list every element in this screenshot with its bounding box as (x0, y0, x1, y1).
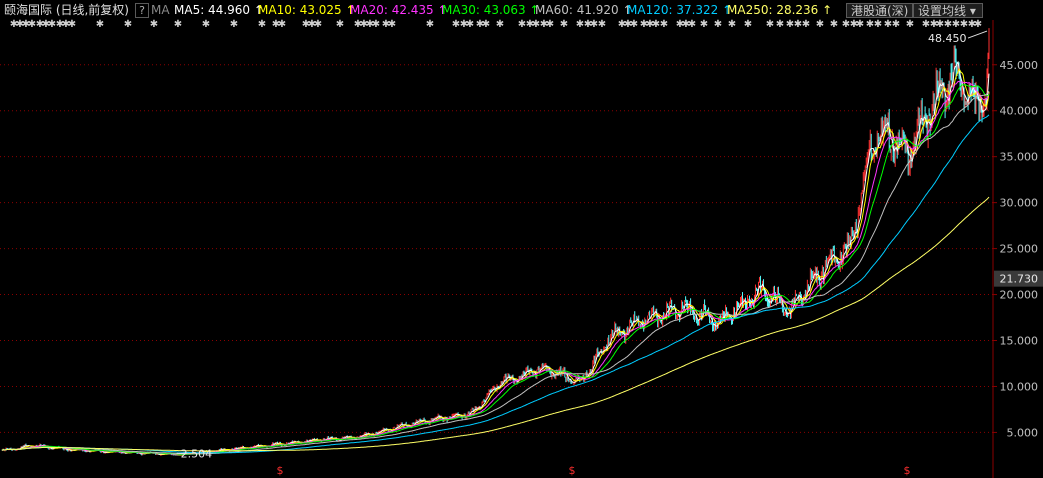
signal-star-icon: ✱ (802, 19, 810, 28)
ma120-value: MA120: 37.322 ↑ (627, 3, 733, 17)
event-marker-icon: $ (904, 464, 911, 477)
signal-star-icon: ✱ (426, 19, 434, 28)
signal-star-icon: ✱ (546, 19, 554, 28)
event-marker-icon: $ (277, 464, 284, 477)
signal-star-icon: ✱ (714, 19, 722, 28)
signal-star-icon: ✱ (314, 19, 322, 28)
signal-star-icon: ✱ (700, 19, 708, 28)
low-price-label: 2.504 (181, 447, 213, 460)
signal-star-icon: ✱ (830, 19, 838, 28)
signal-star-icon: ✱ (174, 19, 182, 28)
ma250-value: MA250: 28.236 ↑ (727, 3, 833, 17)
y-tick-label: 35.000 (1000, 151, 1039, 164)
signal-star-icon: ✱ (372, 19, 380, 28)
ma60-line (1, 90, 990, 455)
annotations: 48.450 2.504 $ $ $ (176, 30, 988, 477)
y-tick-label: 20.000 (1000, 289, 1039, 302)
chart-header: 颐海国际 (日线,前复权) ? MA MA5: 44.960 ↑ MA10: 4… (0, 0, 1043, 20)
high-pointer (967, 30, 988, 39)
connect-button[interactable]: 港股通(深) (846, 3, 914, 18)
ma10-value: MA10: 43.025 ↑ (258, 3, 356, 17)
y-tick-label: 30.000 (1000, 197, 1039, 210)
y-tick-label: 5.000 (1007, 426, 1039, 439)
signal-star-icon: ✱ (388, 19, 396, 28)
signal-star-icon: ✱ (278, 19, 286, 28)
y-tick-label: 25.000 (1000, 243, 1039, 256)
event-marker-icon: $ (569, 464, 576, 477)
signal-star-icon: ✱ (688, 19, 696, 28)
y-tick-label: 45.000 (1000, 59, 1039, 72)
signal-star-icon: ✱ (816, 19, 824, 28)
signal-star-icon: ✱ (230, 19, 238, 28)
signal-star-icon: ✱ (776, 19, 784, 28)
ma20-line (1, 80, 990, 455)
signal-star-icon: ✱ (68, 19, 76, 28)
signal-star-icon: ✱ (124, 19, 132, 28)
current-price-label: 21.730 (1000, 273, 1039, 286)
ma5-value: MA5: 44.960 ↑ (174, 3, 264, 17)
signal-star-icon: ✱ (336, 19, 344, 28)
stock-title[interactable]: 颐海国际 (日线,前复权) (4, 3, 129, 17)
y-tick-label: 15.000 (1000, 335, 1039, 348)
price-chart[interactable]: 5.000 10.000 15.000 20.000 25.000 30.000 35.00… (0, 0, 1043, 478)
signal-star-icon: ✱ (856, 19, 864, 28)
signal-star-icon: ✱ (482, 19, 490, 28)
high-price-label: 48.450 (928, 32, 967, 45)
signal-star-icon: ✱ (150, 19, 158, 28)
signal-star-icon: ✱ (766, 19, 774, 28)
ma250-line (1, 196, 990, 452)
candlesticks (1, 28, 990, 456)
signal-star-icon: ✱ (660, 19, 668, 28)
y-axis: 5.000 10.000 15.000 20.000 25.000 30.000 35.00… (993, 59, 1043, 439)
signal-star-icon: ✱ (728, 19, 736, 28)
signal-markers: ✱✱✱✱ ✱✱✱ ✱✱✱ ✱ ✱ ✱ ✱ ✱ ✱ ✱ ✱✱ ✱✱✱ ✱ ✱✱✱✱ ✱✱ ✱ ✱ ✱✱ ✱✱ ✱ ✱ ✱✱ ✱… (10, 19, 982, 28)
y-tick-label: 40.000 (1000, 105, 1039, 118)
ma30-line (1, 83, 990, 455)
signal-star-icon: ✱ (744, 19, 752, 28)
signal-star-icon: ✱ (496, 19, 504, 28)
signal-star-icon: ✱ (874, 19, 882, 28)
signal-star-icon: ✱ (892, 19, 900, 28)
ma20-value: MA20: 42.435 ↑ (350, 3, 448, 17)
signal-star-icon: ✱ (974, 19, 982, 28)
indicator-name[interactable]: MA (151, 3, 170, 17)
settings-button[interactable]: 设置均线 ▾ (913, 3, 983, 18)
signal-star-icon: ✱ (598, 19, 606, 28)
signal-star-icon: ✱ (906, 19, 914, 28)
grid-lines (0, 0, 1043, 478)
ma60-value: MA60: 41.920 ↑ (535, 3, 633, 17)
signal-star-icon: ✱ (630, 19, 638, 28)
up-arrow-icon: ↑ (822, 3, 833, 17)
signal-star-icon: ✱ (96, 19, 104, 28)
ma30-value: MA30: 43.063 ↑ (442, 3, 540, 17)
help-icon[interactable]: ? (135, 3, 149, 18)
chevron-down-icon: ▾ (969, 4, 976, 18)
signal-star-icon: ✱ (258, 19, 266, 28)
y-tick-label: 10.000 (1000, 380, 1039, 393)
signal-star-icon: ✱ (202, 19, 210, 28)
signal-star-icon: ✱ (466, 19, 474, 28)
signal-star-icon: ✱ (560, 19, 568, 28)
